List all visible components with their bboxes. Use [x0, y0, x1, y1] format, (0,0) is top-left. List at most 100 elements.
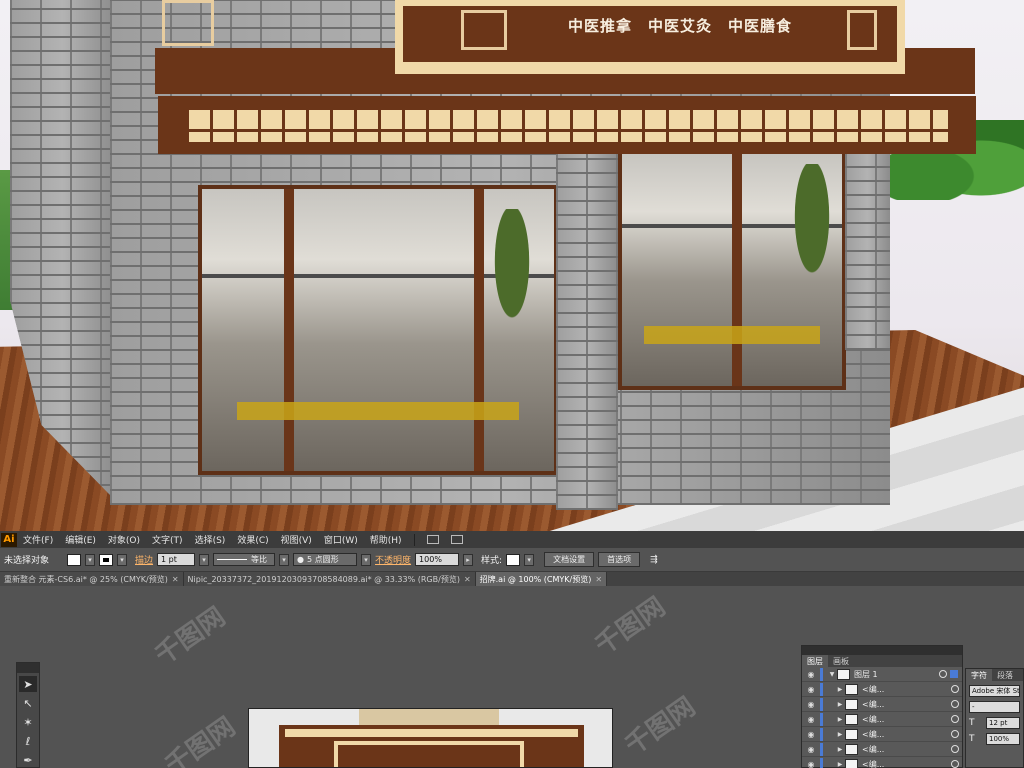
menu-file[interactable]: 文件(F)	[17, 533, 59, 546]
panel-grip[interactable]	[802, 646, 962, 655]
preferences-button[interactable]: 首选项	[598, 552, 641, 567]
menu-help[interactable]: 帮助(H)	[364, 533, 408, 546]
profile-dropdown-icon[interactable]: ▾	[279, 553, 290, 566]
sublayer-name: <编...	[862, 759, 885, 768]
variable-width-profile[interactable]: 等比	[213, 553, 276, 566]
menu-object[interactable]: 对象(O)	[102, 533, 146, 546]
lattice-ornament	[461, 10, 507, 50]
bridge-icon[interactable]	[426, 535, 439, 544]
menu-effect[interactable]: 效果(C)	[231, 533, 274, 546]
pen-tool-icon[interactable]: ✒	[19, 752, 37, 768]
target-icon[interactable]	[951, 715, 959, 723]
target-icon[interactable]	[951, 745, 959, 753]
artboard[interactable]	[248, 708, 613, 768]
service-moxibustion: 中医艾灸	[648, 17, 713, 35]
font-size-field[interactable]: 12 pt	[986, 717, 1020, 729]
expand-icon[interactable]: ▶	[835, 761, 845, 768]
tab-artboards[interactable]: 画板	[828, 655, 854, 667]
expand-icon[interactable]: ▶	[835, 746, 845, 753]
expand-icon[interactable]: ▶	[835, 686, 845, 693]
opacity-label[interactable]: 不透明度	[375, 553, 411, 566]
direct-selection-tool-icon[interactable]: ↖	[19, 695, 37, 711]
selection-tool-icon[interactable]: ➤	[19, 676, 37, 692]
sublayer-name: <编...	[862, 699, 885, 709]
greek-key-frieze	[158, 96, 976, 154]
illustrator-app-icon[interactable]: Ai	[1, 532, 17, 547]
brush-definition[interactable]: ● 5 点圆形	[293, 553, 358, 566]
fill-swatch[interactable]	[67, 553, 82, 566]
sublayer-row[interactable]: ◉ ▶ <编...	[802, 727, 962, 742]
layer-thumbnail	[845, 713, 858, 725]
stroke-swatch[interactable]	[99, 553, 114, 566]
layer-color-bar	[820, 697, 823, 711]
collapse-icon[interactable]: ▼	[827, 671, 837, 678]
document-setup-button[interactable]: 文档设置	[544, 552, 595, 567]
expand-icon[interactable]: ▶	[835, 701, 845, 708]
panel-grip[interactable]	[17, 663, 39, 673]
sublayer-row[interactable]: ◉ ▶ <编...	[802, 712, 962, 727]
close-icon[interactable]: ✕	[172, 575, 179, 584]
expand-icon[interactable]: ▶	[835, 716, 845, 723]
stroke-dropdown-icon[interactable]: ▾	[117, 553, 128, 566]
layer-name: 图层 1	[854, 669, 878, 679]
sublayer-row[interactable]: ◉ ▶ <编...	[802, 742, 962, 757]
arrange-icon[interactable]: ⇶	[650, 555, 658, 565]
menu-type[interactable]: 文字(T)	[146, 533, 189, 546]
document-tab-active[interactable]: 招牌.ai @ 100% (CMYK/预览) ✕	[475, 572, 608, 586]
stroke-weight-field[interactable]: 1 pt	[157, 553, 196, 566]
layer-color-bar	[820, 682, 823, 696]
tab-character[interactable]: 字符	[966, 669, 992, 681]
sublayer-row[interactable]: ◉ ▶ <编...	[802, 697, 962, 712]
sublayer-row[interactable]: ◉ ▶ <编...	[802, 757, 962, 768]
opacity-field[interactable]: 100%	[415, 553, 460, 566]
layer-thumbnail	[845, 743, 858, 755]
visibility-eye-icon[interactable]: ◉	[802, 715, 820, 724]
magic-wand-tool-icon[interactable]: ✶	[19, 714, 37, 730]
arrange-documents-icon[interactable]	[450, 535, 463, 544]
menu-select[interactable]: 选择(S)	[189, 533, 232, 546]
menu-window[interactable]: 窗口(W)	[318, 533, 364, 546]
document-tab[interactable]: 重新整合 元素-CS6.ai* @ 25% (CMYK/预览) ✕	[0, 572, 184, 586]
visibility-eye-icon[interactable]: ◉	[802, 700, 820, 709]
signboard-panel: 中医推拿 中医艾灸 中医膳食	[395, 0, 905, 74]
target-icon[interactable]	[951, 760, 959, 768]
target-icon[interactable]	[939, 670, 947, 678]
visibility-eye-icon[interactable]: ◉	[802, 685, 820, 694]
watermark: 千图网	[159, 711, 241, 768]
target-icon[interactable]	[951, 685, 959, 693]
tab-layers[interactable]: 图层	[802, 655, 828, 667]
lasso-tool-icon[interactable]: ℓ	[19, 733, 37, 749]
sublayer-row[interactable]: ◉ ▶ <编...	[802, 682, 962, 697]
close-icon[interactable]: ✕	[595, 575, 602, 584]
font-family-field[interactable]: Adobe 宋体 Std	[969, 685, 1020, 697]
layer-thumbnail	[845, 728, 858, 740]
fill-dropdown-icon[interactable]: ▾	[85, 553, 96, 566]
selection-indicator[interactable]	[950, 670, 958, 678]
visibility-eye-icon[interactable]: ◉	[802, 745, 820, 754]
style-dropdown-icon[interactable]: ▾	[524, 553, 535, 566]
close-icon[interactable]: ✕	[464, 575, 471, 584]
layer-row[interactable]: ◉ ▼ 图层 1	[802, 667, 962, 682]
font-size-icon: T	[969, 718, 975, 728]
target-icon[interactable]	[951, 730, 959, 738]
stroke-label[interactable]: 描边	[135, 553, 153, 566]
sublayer-name: <编...	[862, 684, 885, 694]
brush-dropdown-icon[interactable]: ▾	[361, 553, 372, 566]
visibility-eye-icon[interactable]: ◉	[802, 730, 820, 739]
horizontal-scale-field[interactable]: 100%	[986, 733, 1020, 745]
graphic-style-swatch[interactable]	[506, 553, 521, 566]
shop-window-left	[198, 185, 558, 475]
menu-view[interactable]: 视图(V)	[275, 533, 318, 546]
stroke-weight-dropdown-icon[interactable]: ▾	[199, 553, 210, 566]
target-icon[interactable]	[951, 700, 959, 708]
sublayer-name: <编...	[862, 744, 885, 754]
document-tab[interactable]: Nipic_20337372_20191203093708584089.ai* …	[183, 572, 476, 586]
font-style-field[interactable]: -	[969, 701, 1020, 713]
expand-icon[interactable]: ▶	[835, 731, 845, 738]
visibility-eye-icon[interactable]: ◉	[802, 760, 820, 768]
sign-thumbnail	[279, 725, 584, 767]
menu-edit[interactable]: 编辑(E)	[59, 533, 102, 546]
visibility-eye-icon[interactable]: ◉	[802, 670, 820, 679]
tab-paragraph[interactable]: 段落	[992, 669, 1018, 681]
opacity-dropdown-icon[interactable]: ▸	[463, 553, 474, 566]
